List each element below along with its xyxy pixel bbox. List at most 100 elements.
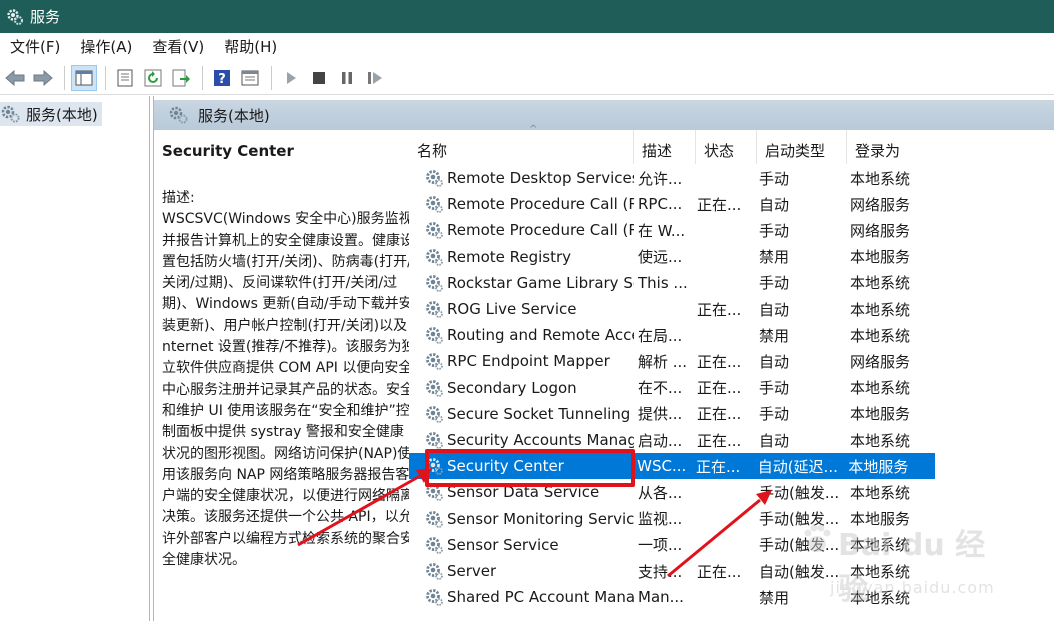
- service-gear-icon: [426, 196, 443, 214]
- service-status: 正在...: [697, 195, 742, 214]
- service-logon-as: 本地服务: [850, 248, 911, 267]
- service-status: 正在...: [695, 457, 741, 476]
- back-icon: [5, 69, 25, 86]
- service-status: 正在...: [697, 562, 742, 581]
- service-name: Rockstar Game Library Ser...: [447, 273, 634, 292]
- restart-service-button[interactable]: [362, 65, 388, 91]
- column-header-logon-as[interactable]: 登录为: [847, 130, 937, 164]
- service-logon-as: 本地系统: [850, 326, 911, 345]
- service-description: 提供...: [638, 405, 683, 424]
- menu-view[interactable]: 查看(V): [142, 33, 214, 61]
- properties-button[interactable]: [112, 65, 138, 91]
- description-text: WSCSVC(Windows 安全中心)服务监视并报告计算机上的安全健康设置。健…: [162, 211, 416, 569]
- service-name: Secondary Logon: [447, 378, 577, 397]
- export-button[interactable]: [168, 65, 194, 91]
- service-description: WSC...: [637, 457, 687, 476]
- toolbar: ?: [0, 61, 1054, 95]
- service-gear-icon: [426, 248, 443, 266]
- service-name-cell: ROG Live Service: [409, 299, 634, 319]
- selected-service-name: Security Center: [162, 142, 294, 160]
- service-gear-icon: [426, 405, 443, 423]
- console-tree: 服务(本地): [0, 96, 150, 621]
- view-icon: [241, 70, 259, 85]
- service-name: RPC Endpoint Mapper: [447, 352, 610, 371]
- service-description: 一项...: [638, 536, 683, 555]
- watermark-url: jingyan.baidu.com: [830, 578, 995, 597]
- stop-service-button[interactable]: [306, 65, 332, 91]
- service-description: 在不...: [638, 379, 683, 398]
- table-row[interactable]: Routing and Remote Access在局... 禁用 本地系统: [409, 322, 1054, 348]
- service-logon-as: 本地系统: [850, 169, 911, 188]
- refresh-icon: [144, 69, 162, 86]
- column-header-startup-type[interactable]: 启动类型: [757, 130, 847, 164]
- menu-help[interactable]: 帮助(H): [214, 33, 287, 61]
- table-row[interactable]: Remote Procedure Call (R... RPC... 正在... 自动…: [409, 191, 1054, 217]
- service-startup-type: 手动: [759, 169, 790, 188]
- service-logon-as: 本地服务: [848, 457, 909, 476]
- service-gear-icon: [426, 536, 443, 554]
- service-name: Remote Desktop Services ...: [447, 169, 634, 187]
- title-bar: 服务: [0, 0, 1054, 33]
- svg-text:?: ?: [218, 72, 226, 87]
- service-name-cell: Remote Procedure Call (R...: [409, 194, 634, 214]
- table-row[interactable]: Remote Desktop Services ...允许... 手动 本地系统: [409, 165, 1054, 191]
- list-header: ^ 名称 描述 状态 启动类型 登录为: [409, 124, 1054, 164]
- column-header-name[interactable]: 名称: [409, 130, 634, 164]
- service-name-cell: Security Accounts Manager: [409, 430, 634, 450]
- service-gear-icon: [426, 327, 443, 345]
- table-row[interactable]: RPC Endpoint Mapper 解析 ... 正在... 自动 网络服务: [409, 348, 1054, 374]
- console-tree-button[interactable]: [71, 64, 97, 91]
- refresh-button[interactable]: [140, 65, 166, 91]
- play-icon: [287, 71, 296, 84]
- service-description: 监视...: [638, 510, 683, 529]
- service-name-cell: Sensor Service: [409, 535, 634, 555]
- table-row[interactable]: Rockstar Game Library Ser...This ... 手动 本地…: [409, 270, 1054, 296]
- service-name: Shared PC Account Manager: [447, 588, 634, 607]
- service-logon-as: 网络服务: [850, 352, 911, 371]
- service-name-cell: Remote Procedure Call (R...: [409, 220, 634, 240]
- tree-item-services-local[interactable]: 服务(本地): [0, 102, 102, 126]
- export-icon: [172, 69, 190, 86]
- service-logon-as: 本地服务: [850, 405, 911, 424]
- service-description: 在局...: [638, 326, 683, 345]
- service-logon-as: 本地系统: [850, 274, 911, 293]
- table-row[interactable]: Remote Registry 使远... 禁用 本地服务: [409, 244, 1054, 270]
- menu-file[interactable]: 文件(F): [0, 33, 70, 61]
- service-name: Sensor Service: [447, 535, 559, 554]
- back-button[interactable]: [2, 65, 28, 91]
- forward-button[interactable]: [30, 65, 56, 91]
- service-description: 解析 ...: [638, 352, 688, 371]
- column-header-description[interactable]: 描述: [634, 130, 696, 164]
- table-row[interactable]: Remote Procedure Call (R... 在 W... 手动 网络服务: [409, 217, 1054, 243]
- toolbar-separator: [64, 65, 65, 90]
- service-gear-icon: [426, 589, 443, 607]
- service-logon-as: 网络服务: [850, 221, 911, 240]
- service-startup-type: 自动: [759, 431, 790, 450]
- service-gear-icon: [426, 353, 443, 371]
- pause-service-button[interactable]: [334, 65, 360, 91]
- service-description: This ...: [638, 273, 688, 292]
- service-status: 正在...: [697, 352, 742, 371]
- service-description: 使远...: [638, 248, 683, 267]
- view-button[interactable]: [237, 65, 263, 91]
- help-button[interactable]: ?: [209, 65, 235, 91]
- table-row[interactable]: Secure Socket Tunneling P...提供... 正在... 手动…: [409, 401, 1054, 427]
- service-name-cell: Remote Registry: [409, 247, 634, 267]
- service-name: Security Accounts Manager: [447, 431, 634, 449]
- service-startup-type: 手动(触发...: [759, 483, 840, 502]
- service-status: 正在...: [697, 405, 742, 424]
- table-row[interactable]: ROG Live Service 正在... 自动 本地系统: [409, 296, 1054, 322]
- services-gear-icon: [7, 8, 23, 25]
- service-name-cell: Secure Socket Tunneling P...: [409, 404, 634, 424]
- console-tree-icon: [75, 70, 93, 85]
- tree-item-label: 服务(本地): [26, 105, 98, 124]
- service-description: 支持...: [638, 562, 683, 581]
- service-description-panel: Security Center 描述: WSCSVC(Windows 安全中心)…: [162, 142, 416, 571]
- pane-header-title: 服务(本地): [198, 106, 270, 125]
- annotation-highlight-box: [425, 449, 635, 487]
- menu-action[interactable]: 操作(A): [70, 33, 142, 61]
- table-row[interactable]: Secondary Logon 在不... 正在... 手动 本地系统: [409, 375, 1054, 401]
- toolbar-separator: [105, 65, 106, 90]
- column-header-status[interactable]: 状态: [696, 130, 757, 164]
- start-service-button[interactable]: [278, 65, 304, 91]
